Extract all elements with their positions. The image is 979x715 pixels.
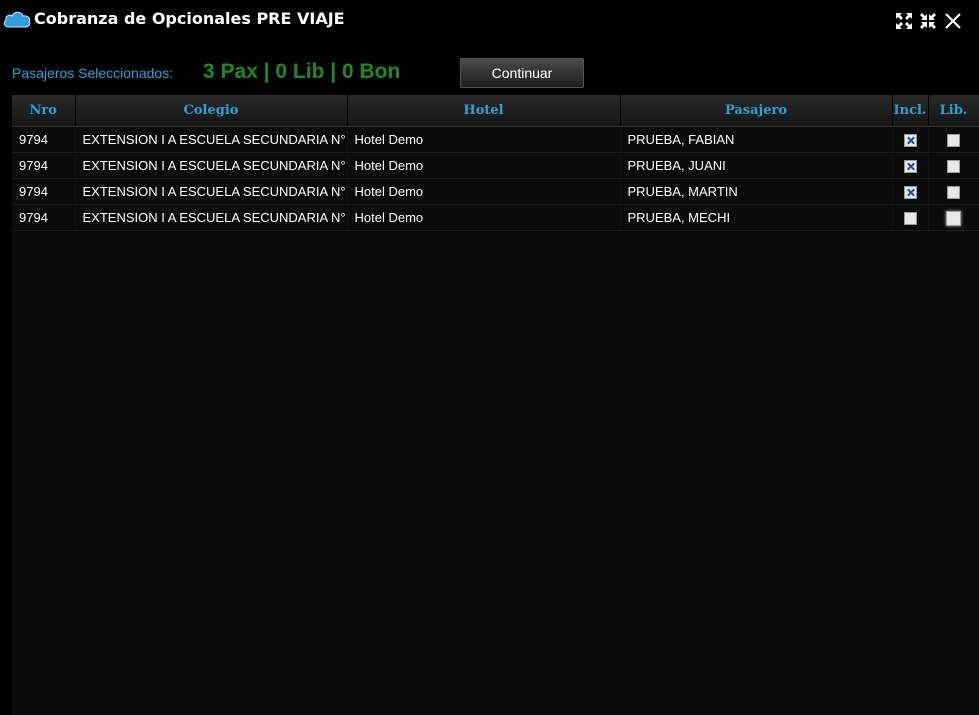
cell-nro: 9794 bbox=[12, 126, 76, 153]
cell-hotel: Hotel Demo bbox=[347, 152, 621, 179]
cell-lib bbox=[928, 126, 979, 153]
cell-pasajero: PRUEBA, MECHI bbox=[620, 204, 893, 231]
cell-lib bbox=[928, 178, 979, 205]
cell-colegio: EXTENSION I A ESCUELA SECUNDARIA N° bbox=[75, 126, 348, 153]
cell-incl bbox=[892, 204, 929, 231]
cell-pasajero: PRUEBA, MARTIN bbox=[620, 178, 893, 205]
cell-incl bbox=[892, 152, 929, 179]
cell-hotel: Hotel Demo bbox=[347, 204, 621, 231]
lib-checkbox[interactable] bbox=[946, 210, 961, 226]
expand-icon[interactable] bbox=[919, 12, 937, 30]
incl-checkbox[interactable] bbox=[903, 160, 917, 174]
table-row[interactable]: 9794 EXTENSION I A ESCUELA SECUNDARIA N° H… bbox=[12, 204, 979, 231]
column-header-hotel[interactable]: Hotel bbox=[347, 95, 621, 127]
cell-lib bbox=[928, 152, 979, 179]
cell-hotel: Hotel Demo bbox=[347, 126, 621, 153]
continue-button[interactable]: Continuar bbox=[460, 58, 584, 88]
column-header-nro[interactable]: Nro bbox=[12, 95, 76, 127]
cell-colegio: EXTENSION I A ESCUELA SECUNDARIA N° bbox=[75, 178, 348, 205]
incl-checkbox[interactable] bbox=[903, 212, 917, 226]
cell-pasajero: PRUEBA, FABIAN bbox=[620, 126, 893, 153]
selection-summary: Pasajeros Seleccionados: 3 Pax | 0 Lib |… bbox=[0, 56, 979, 92]
cloud-icon bbox=[3, 11, 31, 28]
selected-counts: 3 Pax | 0 Lib | 0 Bon bbox=[203, 60, 401, 83]
cell-nro: 9794 bbox=[12, 152, 76, 179]
cell-nro: 9794 bbox=[12, 204, 76, 231]
column-header-incl[interactable]: Incl. bbox=[892, 95, 929, 127]
incl-checkbox[interactable] bbox=[903, 186, 917, 200]
cell-colegio: EXTENSION I A ESCUELA SECUNDARIA N° bbox=[75, 152, 348, 179]
cell-lib bbox=[928, 204, 979, 231]
cell-nro: 9794 bbox=[12, 178, 76, 205]
incl-checkbox[interactable] bbox=[903, 134, 917, 148]
lib-checkbox[interactable] bbox=[947, 160, 960, 174]
title-bar: Cobranza de Opcionales PRE VIAJE bbox=[0, 0, 979, 40]
lib-checkbox[interactable] bbox=[947, 134, 960, 148]
cell-colegio: EXTENSION I A ESCUELA SECUNDARIA N° bbox=[75, 204, 348, 231]
passenger-grid: Nro Colegio Hotel Pasajero Incl. Lib. 97… bbox=[12, 95, 979, 715]
column-header-colegio[interactable]: Colegio bbox=[75, 95, 348, 127]
close-icon[interactable] bbox=[944, 12, 962, 30]
cell-hotel: Hotel Demo bbox=[347, 178, 621, 205]
column-header-pasajero[interactable]: Pasajero bbox=[620, 95, 893, 127]
column-header-lib[interactable]: Lib. bbox=[928, 95, 979, 127]
lib-checkbox[interactable] bbox=[947, 186, 960, 200]
cell-pasajero: PRUEBA, JUANI bbox=[620, 152, 893, 179]
cell-incl bbox=[892, 126, 929, 153]
table-row[interactable]: 9794 EXTENSION I A ESCUELA SECUNDARIA N° H… bbox=[12, 178, 979, 205]
cell-incl bbox=[892, 178, 929, 205]
table-row[interactable]: 9794 EXTENSION I A ESCUELA SECUNDARIA N° H… bbox=[12, 152, 979, 179]
table-header: Nro Colegio Hotel Pasajero Incl. Lib. bbox=[12, 95, 979, 127]
selected-passengers-label: Pasajeros Seleccionados: bbox=[12, 65, 174, 81]
table-row[interactable]: 9794 EXTENSION I A ESCUELA SECUNDARIA N° H… bbox=[12, 126, 979, 153]
collapse-icon[interactable] bbox=[895, 12, 913, 30]
window-title: Cobranza de Opcionales PRE VIAJE bbox=[34, 9, 345, 28]
passenger-table: Nro Colegio Hotel Pasajero Incl. Lib. 97… bbox=[12, 95, 979, 231]
